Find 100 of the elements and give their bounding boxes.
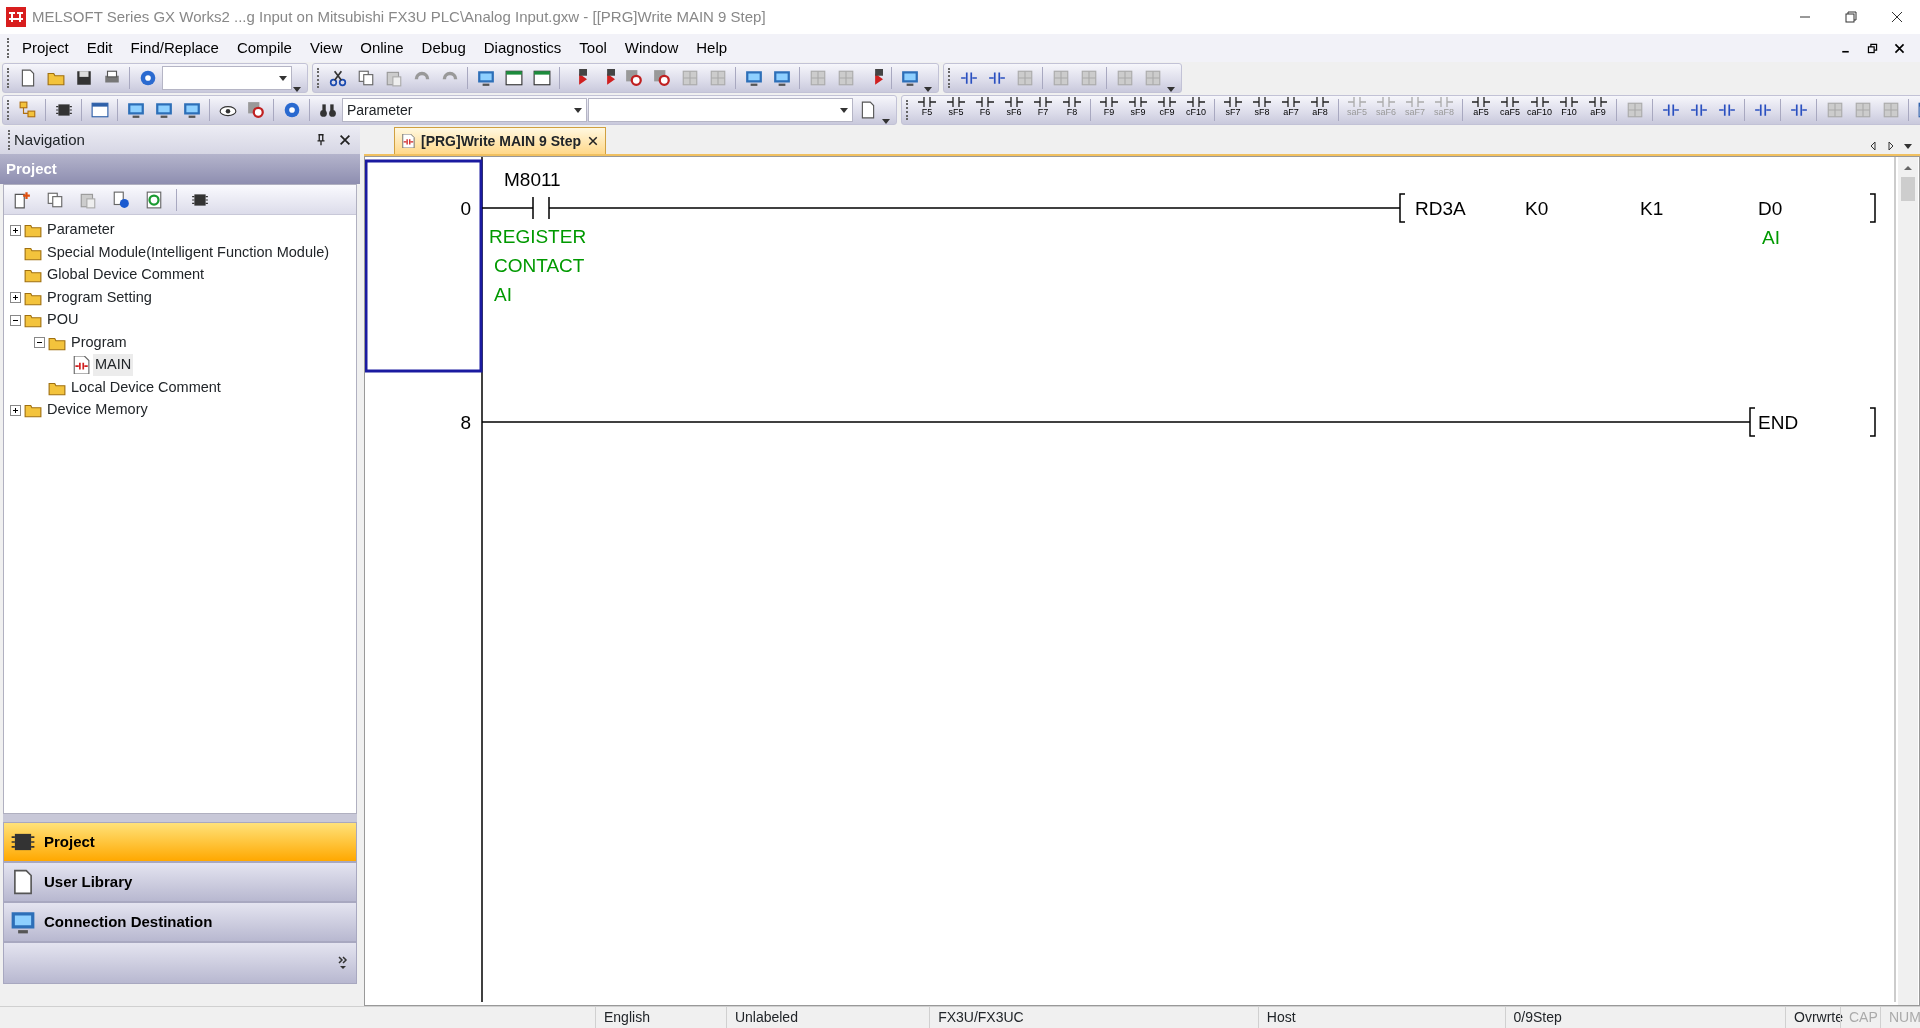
- collapse-icon[interactable]: [10, 314, 21, 326]
- menu-item[interactable]: Project: [13, 34, 78, 62]
- function-key-button[interactable]: sF9: [1124, 96, 1152, 124]
- ladder-icon[interactable]: [1689, 101, 1708, 119]
- scrollbar[interactable]: [1898, 157, 1918, 1005]
- menu-item[interactable]: Window: [615, 34, 688, 62]
- function-key-button[interactable]: cF9: [1153, 96, 1181, 124]
- function-key-button[interactable]: F9: [1095, 96, 1123, 124]
- pane-button[interactable]: Project: [3, 822, 357, 862]
- copy-icon[interactable]: [356, 69, 375, 87]
- contact-icon: [1530, 96, 1549, 108]
- menu-item[interactable]: Edit: [77, 34, 122, 62]
- expand-icon[interactable]: [10, 224, 21, 236]
- copy-icon[interactable]: [45, 190, 64, 209]
- tree-icon[interactable]: [18, 101, 37, 119]
- new-document-icon[interactable]: [12, 190, 31, 209]
- tree-item[interactable]: Global Device Comment: [45, 264, 207, 287]
- menu-item[interactable]: Compile: [227, 34, 301, 62]
- dropdown-field[interactable]: [588, 98, 853, 122]
- scrollbar-thumb[interactable]: [1901, 177, 1915, 201]
- monitor-icon[interactable]: [900, 69, 919, 87]
- editor-tab[interactable]: [PRG]Write MAIN 9 Step: [394, 127, 606, 154]
- menu-item[interactable]: Diagnostics: [474, 34, 571, 62]
- pane-button[interactable]: User Library: [3, 862, 357, 902]
- collapse-icon[interactable]: [34, 337, 45, 349]
- ladder-icon[interactable]: [1789, 101, 1808, 119]
- more-icon[interactable]: [338, 956, 348, 970]
- monitor-icon[interactable]: [744, 69, 763, 87]
- tree-item[interactable]: Parameter: [45, 219, 117, 242]
- function-key-button[interactable]: aF5: [1467, 96, 1495, 124]
- help-icon[interactable]: [138, 69, 157, 87]
- monitor-icon[interactable]: [182, 101, 201, 119]
- cut-icon[interactable]: [328, 69, 347, 87]
- function-key-button[interactable]: aF9: [1584, 96, 1612, 124]
- monitor-icon[interactable]: [476, 69, 495, 87]
- menu-item[interactable]: Debug: [412, 34, 475, 62]
- function-key-button[interactable]: F5: [913, 96, 941, 124]
- function-key-button[interactable]: caF5: [1496, 96, 1524, 124]
- tree-item[interactable]: MAIN: [93, 354, 134, 377]
- function-key-button[interactable]: aF7: [1277, 96, 1305, 124]
- search-combo[interactable]: Parameter: [342, 98, 587, 122]
- binoculars-icon[interactable]: [318, 101, 337, 119]
- pane-button[interactable]: Connection Destination: [3, 902, 357, 942]
- function-key-button[interactable]: cF10: [1182, 96, 1210, 124]
- device-comment: AI: [1762, 227, 1780, 248]
- restore-icon[interactable]: [1866, 41, 1879, 55]
- instruction: RD3A: [1415, 198, 1466, 219]
- window-icon[interactable]: [532, 69, 551, 87]
- ladder-icon[interactable]: [1661, 101, 1680, 119]
- function-key-button[interactable]: sF6: [1000, 96, 1028, 124]
- tree-item[interactable]: Device Memory: [45, 399, 150, 422]
- close-icon[interactable]: [1893, 41, 1906, 55]
- monitor-icon[interactable]: [154, 101, 173, 119]
- scroll-up-icon[interactable]: [1903, 163, 1913, 173]
- function-key-button[interactable]: F6: [971, 96, 999, 124]
- help-icon[interactable]: [282, 101, 301, 119]
- function-key-button[interactable]: F7: [1029, 96, 1057, 124]
- magnifier-icon[interactable]: [652, 69, 671, 87]
- function-key-button[interactable]: F8: [1058, 96, 1086, 124]
- menu-item[interactable]: View: [300, 34, 352, 62]
- function-key-button[interactable]: caF10: [1525, 96, 1554, 124]
- close-icon[interactable]: [1889, 9, 1905, 25]
- chip-icon[interactable]: [54, 101, 73, 119]
- function-key-button[interactable]: F10: [1555, 96, 1583, 124]
- magnifier-icon[interactable]: [624, 69, 643, 87]
- save-icon[interactable]: [74, 69, 93, 87]
- info-icon[interactable]: [111, 190, 130, 209]
- expand-icon[interactable]: [10, 292, 21, 304]
- ladder-icon[interactable]: [1717, 101, 1736, 119]
- menu-item[interactable]: Help: [687, 34, 737, 62]
- menu-item[interactable]: Online: [351, 34, 413, 62]
- function-key-button[interactable]: sF8: [1248, 96, 1276, 124]
- tree-item[interactable]: Special Module(Intelligent Function Module): [45, 241, 332, 264]
- function-key-button[interactable]: sF7: [1219, 96, 1247, 124]
- dropdown-field[interactable]: [162, 66, 292, 90]
- monitor-icon[interactable]: [772, 69, 791, 87]
- tree-item[interactable]: POU: [45, 309, 81, 332]
- refresh-icon[interactable]: [144, 190, 163, 209]
- tree-item[interactable]: Program Setting: [45, 286, 154, 309]
- function-key-button[interactable]: sF5: [942, 96, 970, 124]
- ladder-icon[interactable]: [1753, 101, 1772, 119]
- expand-icon[interactable]: [10, 404, 21, 416]
- contact-icon: [1034, 96, 1052, 108]
- ladder-icon[interactable]: [987, 69, 1006, 87]
- function-key-button[interactable]: aF8: [1306, 96, 1334, 124]
- operand: D0: [1758, 198, 1783, 219]
- list-icon[interactable]: [90, 101, 109, 119]
- scroll-left-icon[interactable]: [1869, 140, 1879, 151]
- monitor-icon[interactable]: [126, 101, 145, 119]
- bracket-icon: [1869, 193, 1876, 223]
- window-icon[interactable]: [504, 69, 523, 87]
- dropdown-arrow-icon: [924, 87, 932, 92]
- scroll-right-icon[interactable]: [1886, 140, 1896, 151]
- tree-item[interactable]: Program: [69, 331, 129, 354]
- ladder-icon[interactable]: [959, 69, 978, 87]
- contact-icon: [1406, 96, 1424, 108]
- tree-item[interactable]: Local Device Comment: [69, 376, 223, 399]
- magnifier-icon[interactable]: [246, 101, 265, 119]
- menu-item[interactable]: Tool: [570, 34, 616, 62]
- menu-item[interactable]: Find/Replace: [121, 34, 228, 62]
